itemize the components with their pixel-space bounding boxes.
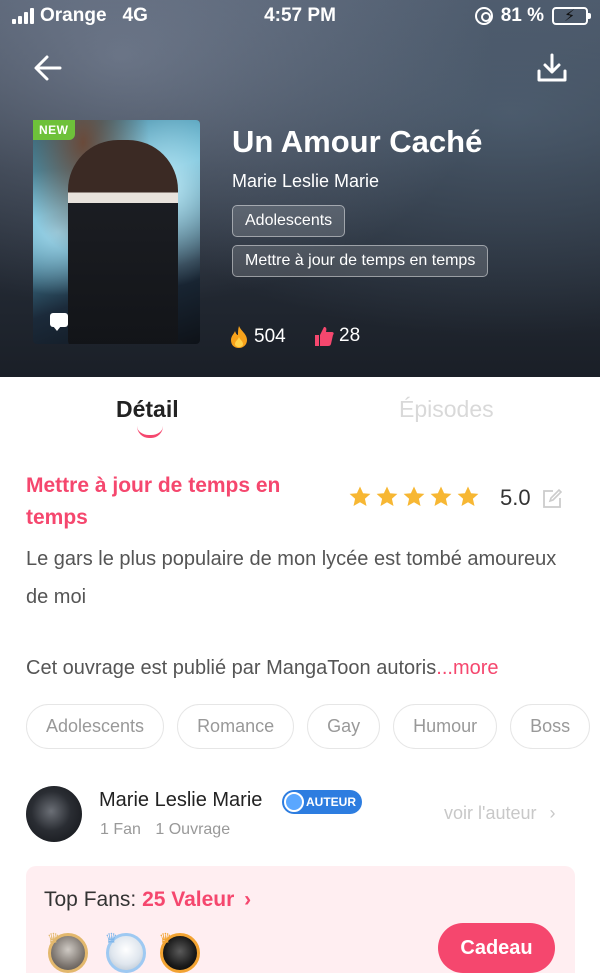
views-count: 504 (254, 326, 286, 347)
star-icon (376, 486, 398, 506)
more-link[interactable]: ...more (436, 657, 498, 679)
star-icon (349, 486, 371, 506)
top-fans-title: Top Fans: (44, 888, 143, 911)
top-fans-chevron-icon: › (244, 888, 252, 911)
cover-illustration (68, 140, 178, 344)
thumbs-up-icon (315, 327, 334, 346)
top-fans-label[interactable]: Top Fans: 25 Valeur › (44, 888, 251, 912)
book-author: Marie Leslie Marie (232, 171, 380, 191)
author-avatar[interactable] (26, 786, 82, 842)
synopsis: Le gars le plus populaire de mon lycée e… (26, 548, 557, 608)
download-icon[interactable] (534, 50, 570, 86)
header-tag-update[interactable]: Mettre à jour de temps en temps (232, 245, 489, 277)
update-status: Mettre à jour de temps en temps (26, 474, 281, 529)
author-fans: 1 Fan (100, 821, 141, 838)
rotation-lock-icon (474, 7, 493, 25)
book-cover[interactable] (33, 120, 200, 344)
fan-avatar-1[interactable]: ♛ (47, 930, 88, 973)
publication-credit: Cet ouvrage est publié par MangaToon aut… (26, 657, 499, 680)
star-icon (403, 486, 425, 506)
tab-detail[interactable]: Détail (116, 396, 179, 423)
genre-tag-romance[interactable]: Romance (177, 704, 295, 749)
view-author-label: voir l'auteur (444, 803, 537, 823)
book-title: Un Amour Caché (232, 124, 483, 159)
rating-stars (348, 485, 480, 509)
fire-icon (231, 326, 247, 348)
fan-avatar-3[interactable]: ♛ (159, 930, 200, 973)
fan-avatar-2[interactable]: ♛ (105, 930, 146, 973)
header-tag-genre[interactable]: Adolescents (232, 205, 346, 237)
gift-button[interactable]: Cadeau (438, 923, 555, 973)
status-bar: Orange 4G 4:57 PM 81 % ⚡ (0, 0, 600, 34)
genre-tags: Adolescents Romance Gay Humour Boss (26, 704, 591, 749)
chat-bubble-icon (50, 313, 68, 331)
crown-icon: ♛ (105, 930, 118, 946)
top-fans-value: 25 Valeur (142, 888, 235, 911)
author-badge-icon (284, 792, 304, 812)
view-author-link[interactable]: voir l'auteur › (444, 803, 556, 824)
edit-icon[interactable] (541, 488, 563, 510)
chevron-right-icon: › (549, 803, 556, 823)
author-name[interactable]: Marie Leslie Marie (99, 789, 262, 812)
credit-text: Cet ouvrage est publié par MangaToon aut… (26, 657, 437, 679)
new-badge: NEW (33, 120, 75, 140)
views-stat: 504 (228, 325, 286, 349)
likes-count: 28 (339, 325, 361, 346)
likes-stat[interactable]: 28 (313, 325, 360, 347)
more-label: more (452, 657, 499, 679)
battery-icon: ⚡ (552, 7, 591, 25)
back-arrow-icon[interactable] (30, 50, 66, 86)
status-right: 81 % ⚡ (474, 5, 591, 27)
genre-tag-adolescents[interactable]: Adolescents (26, 704, 165, 749)
battery-percent: 81 % (500, 5, 544, 26)
author-meta: 1 Fan 1 Ouvrage (100, 821, 230, 839)
more-ellipsis: ... (436, 657, 453, 679)
author-works: 1 Ouvrage (155, 821, 231, 838)
rating-value: 5.0 (500, 485, 531, 510)
tab-episodes[interactable]: Épisodes (399, 396, 494, 423)
crown-icon: ♛ (47, 930, 60, 946)
active-tab-indicator (137, 426, 163, 438)
star-icon (457, 486, 479, 506)
genre-tag-boss[interactable]: Boss (510, 704, 591, 749)
crown-icon: ♛ (159, 930, 172, 946)
book-header: Orange 4G 4:57 PM 81 % ⚡ NEW Un Amour Ca… (0, 0, 600, 377)
genre-tag-humour[interactable]: Humour (393, 704, 498, 749)
author-badge-label: AUTEUR (306, 795, 356, 809)
author-badge: AUTEUR (282, 790, 362, 814)
genre-tag-gay[interactable]: Gay (307, 704, 381, 749)
top-fans-card: Top Fans: 25 Valeur › ♛ ♛ ♛ Cadeau (26, 866, 575, 973)
star-icon (430, 486, 452, 506)
